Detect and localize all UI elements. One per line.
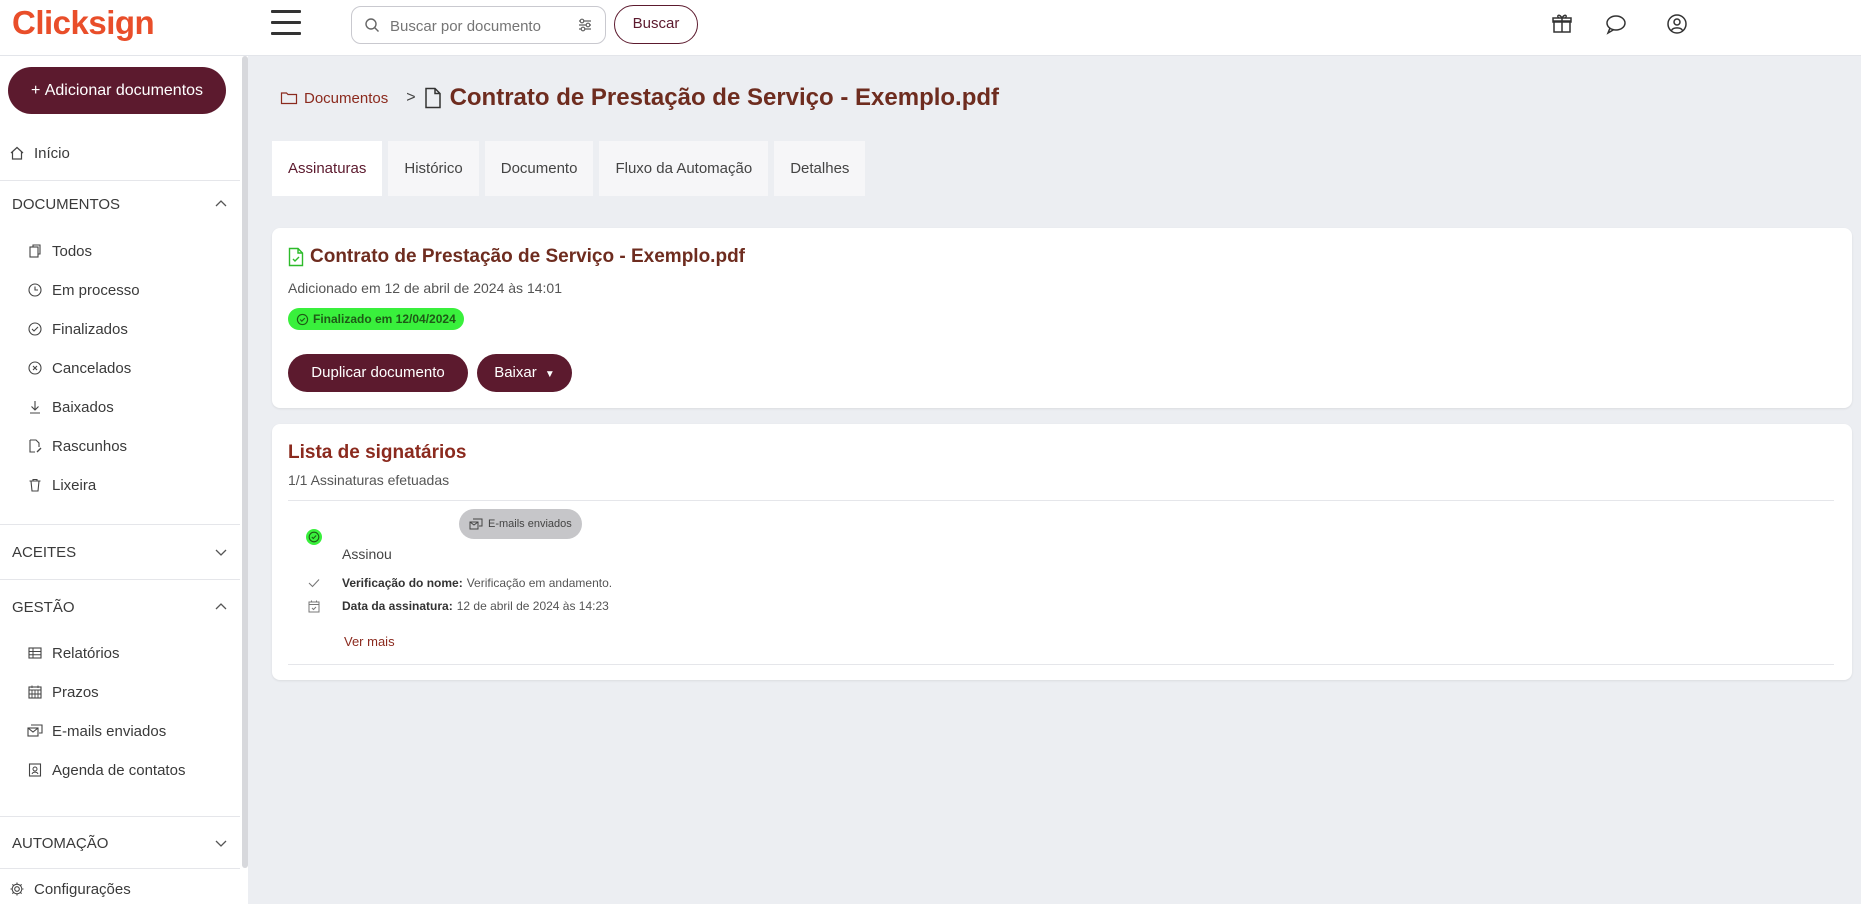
- breadcrumb: Documentos > Contrato de Prestação de Se…: [280, 82, 999, 114]
- sidebar-item-home[interactable]: Início: [0, 136, 240, 170]
- sidebar-item-relatorios[interactable]: Relatórios: [0, 636, 240, 670]
- file-icon: [424, 87, 441, 109]
- divider: [288, 664, 1834, 665]
- divider: [0, 524, 240, 525]
- divider: [0, 816, 240, 817]
- tab-historico[interactable]: Histórico: [388, 141, 479, 196]
- draft-icon: [26, 437, 44, 455]
- calendar-icon: [26, 683, 44, 701]
- signers-title: Lista de signatários: [288, 442, 467, 463]
- document-card: Contrato de Prestação de Serviço - Exemp…: [272, 228, 1852, 408]
- sidebar-item-agenda-contatos[interactable]: Agenda de contatos: [0, 753, 240, 787]
- x-circle-icon: [26, 359, 44, 377]
- contacts-icon: [26, 761, 44, 779]
- signed-status-icon: [306, 529, 322, 545]
- section-aceites[interactable]: ACEITES: [0, 527, 240, 577]
- breadcrumb-separator-icon: >: [406, 89, 416, 106]
- sidebar-item-configuracoes[interactable]: Configurações: [0, 872, 240, 904]
- sidebar-item-finalizados[interactable]: Finalizados: [0, 312, 240, 346]
- sidebar-scrollbar[interactable]: [242, 56, 248, 868]
- chat-icon[interactable]: [1603, 11, 1629, 37]
- clicksign-logo[interactable]: Clicksign: [12, 4, 155, 42]
- user-icon[interactable]: [1664, 11, 1690, 37]
- tab-detalhes[interactable]: Detalhes: [774, 141, 866, 196]
- top-bar: Clicksign Buscar: [0, 0, 1861, 56]
- signers-summary: 1/1 Assinaturas efetuadas: [288, 472, 450, 488]
- check-icon: [306, 578, 322, 588]
- chevron-down-icon: [215, 840, 227, 847]
- clock-icon: [26, 281, 44, 299]
- sidebar-item-rascunhos[interactable]: Rascunhos: [0, 429, 240, 463]
- emails-sent-chip[interactable]: E-mails enviados: [459, 509, 582, 539]
- menu-toggle-button[interactable]: [271, 10, 301, 36]
- trash-icon: [26, 476, 44, 494]
- email-sent-icon: [469, 518, 483, 530]
- sidebar-item-lixeira[interactable]: Lixeira: [0, 468, 240, 502]
- signers-card: Lista de signatários 1/1 Assinaturas efe…: [272, 424, 1852, 680]
- document-title: Contrato de Prestação de Serviço - Exemp…: [288, 246, 745, 268]
- gear-icon: [8, 880, 26, 898]
- divider: [288, 500, 1834, 501]
- caret-down-icon: ▼: [544, 369, 555, 380]
- home-icon: [8, 144, 26, 162]
- hamburger-icon: [271, 10, 301, 13]
- name-verification-row: Verificação do nome: Verificação em anda…: [306, 576, 612, 590]
- divider: [0, 868, 240, 869]
- download-button[interactable]: Baixar ▼: [477, 354, 572, 392]
- breadcrumb-documentos-link[interactable]: Documentos: [280, 90, 388, 107]
- document-added-date: Adicionado em 12 de abril de 2024 às 14:…: [288, 280, 562, 296]
- filter-icon[interactable]: [577, 17, 593, 33]
- email-sent-icon: [26, 722, 44, 740]
- sidebar-item-prazos[interactable]: Prazos: [0, 675, 240, 709]
- chevron-up-icon: [215, 603, 227, 610]
- see-more-link[interactable]: Ver mais: [344, 634, 395, 649]
- chevron-down-icon: [215, 549, 227, 556]
- sidebar-item-todos[interactable]: Todos: [0, 234, 240, 268]
- gift-icon[interactable]: [1549, 11, 1575, 37]
- search-input[interactable]: [390, 15, 570, 37]
- divider: [0, 579, 240, 580]
- sidebar: + Adicionar documentos Início DOCUMENTOS…: [0, 56, 248, 904]
- check-circle-icon: [296, 313, 309, 325]
- signer-status: Assinou: [342, 546, 392, 562]
- section-gestao[interactable]: GESTÃO: [0, 582, 240, 632]
- section-documentos[interactable]: DOCUMENTOS: [0, 179, 240, 229]
- search-button[interactable]: Buscar: [614, 5, 698, 44]
- status-badge: Finalizado em 12/04/2024: [288, 308, 464, 330]
- table-icon: [26, 644, 44, 662]
- signature-date-row: Data da assinatura: 12 de abril de 2024 …: [306, 599, 609, 613]
- chevron-up-icon: [215, 200, 227, 207]
- tab-bar: Assinaturas Histórico Documento Fluxo da…: [272, 141, 871, 196]
- tab-documento[interactable]: Documento: [484, 141, 594, 196]
- tab-fluxo-automacao[interactable]: Fluxo da Automação: [599, 141, 769, 196]
- check-circle-icon: [26, 320, 44, 338]
- sidebar-item-cancelados[interactable]: Cancelados: [0, 351, 240, 385]
- sidebar-item-em-processo[interactable]: Em processo: [0, 273, 240, 307]
- page-title: Contrato de Prestação de Serviço - Exemp…: [449, 84, 1000, 111]
- search-icon: [365, 18, 379, 32]
- sidebar-item-emails-enviados[interactable]: E-mails enviados: [0, 714, 240, 748]
- download-icon: [26, 398, 44, 416]
- add-documents-button[interactable]: + Adicionar documentos: [8, 67, 226, 114]
- calendar-check-icon: [306, 600, 322, 613]
- duplicate-document-button[interactable]: Duplicar documento: [288, 354, 468, 392]
- tab-assinaturas[interactable]: Assinaturas: [272, 141, 383, 196]
- sidebar-item-baixados[interactable]: Baixados: [0, 390, 240, 424]
- signed-file-icon: [288, 247, 304, 267]
- documents-icon: [26, 242, 44, 260]
- search-box: [351, 6, 606, 44]
- section-automacao[interactable]: AUTOMAÇÃO: [0, 818, 240, 868]
- folder-icon: [280, 92, 298, 105]
- plus-icon: +: [30, 82, 45, 99]
